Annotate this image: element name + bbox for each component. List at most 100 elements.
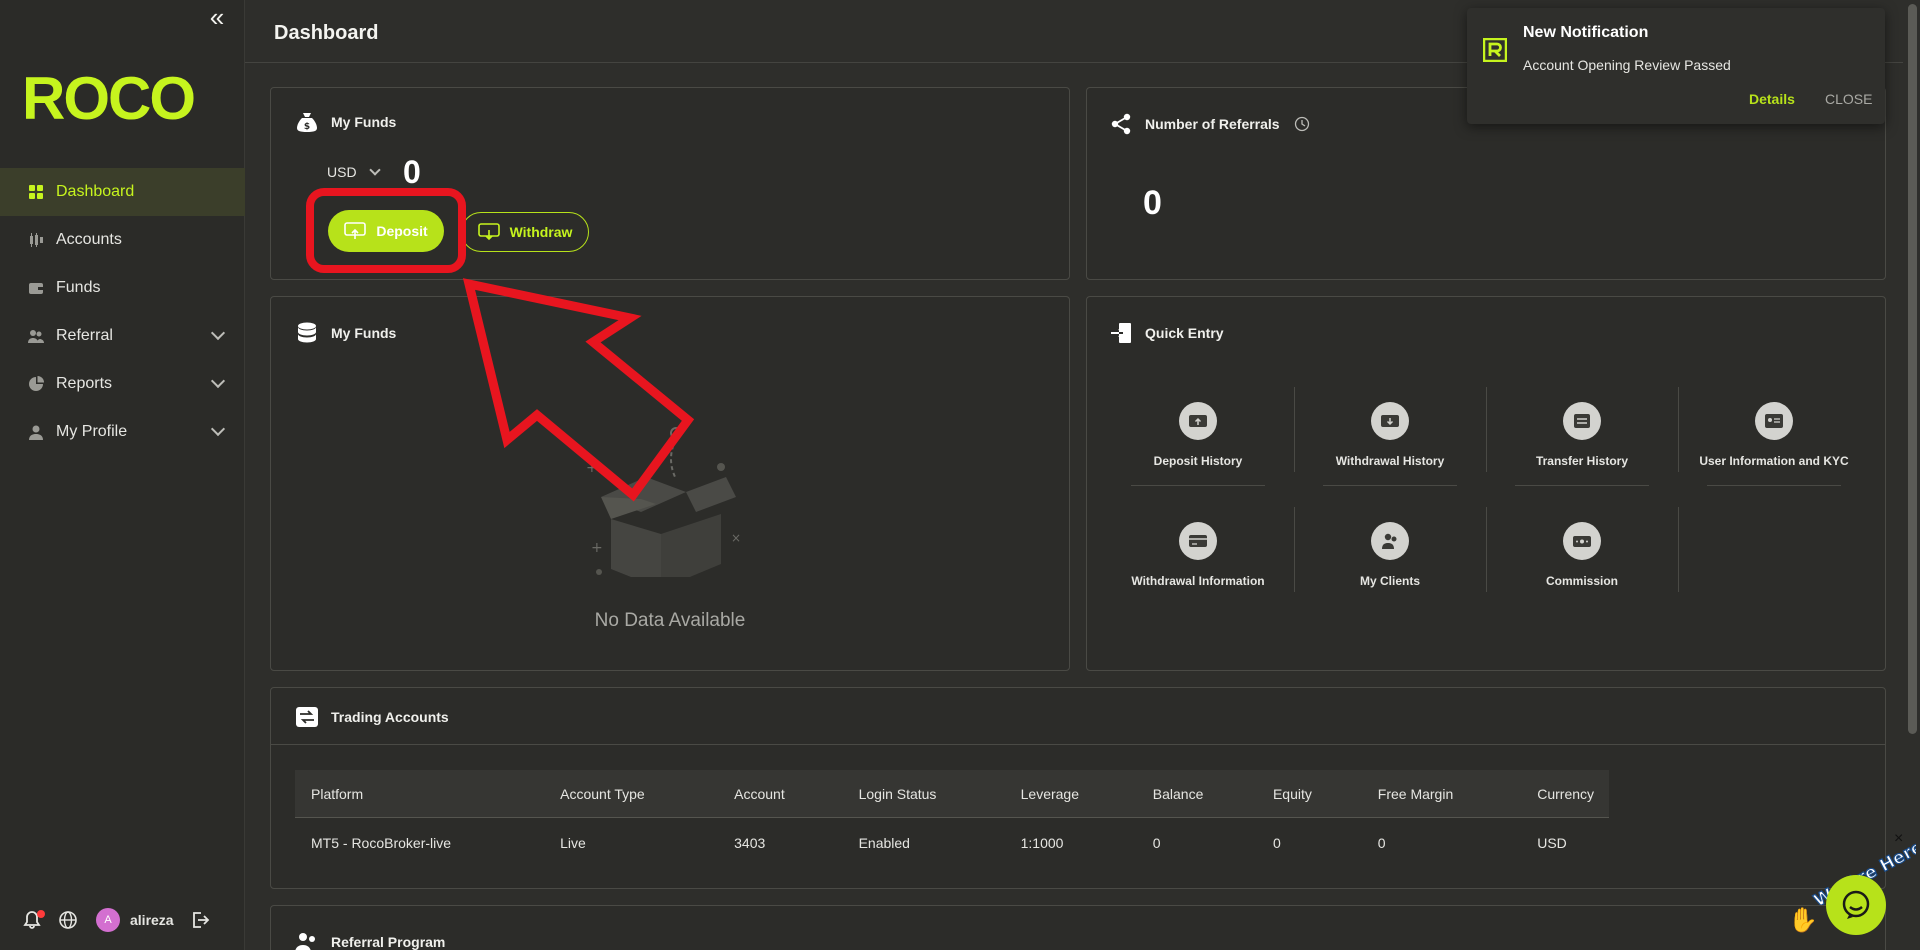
notification-dot [37,910,45,918]
clock-icon[interactable] [1294,116,1310,132]
trading-accounts-table: Platform Account Type Account Login Stat… [295,770,1609,868]
sidebar-item-dashboard[interactable]: Dashboard [0,168,245,216]
card-title-text: My Funds [331,325,397,341]
trading-accounts-card: Trading Accounts Platform Account Type A… [270,687,1886,889]
sidebar-item-label: My Profile [56,423,128,440]
column-header: Leverage [1020,785,1080,802]
wallet-icon [28,280,44,296]
logout-icon[interactable] [190,910,210,930]
chevron-down-icon [210,325,226,341]
quick-entry-label: Transfer History [1535,454,1629,468]
quick-entry-label: Withdrawal Information [1131,574,1265,588]
quick-entry-withdrawal-history[interactable]: Withdrawal History [1294,387,1486,507]
table-cell: 1:1000 [1020,835,1064,851]
sidebar-item-my-profile[interactable]: My Profile [0,408,245,456]
card-title: My Funds [295,321,396,345]
card-title: Referral Program [295,930,445,950]
withdraw-button[interactable]: Withdraw [461,212,589,252]
quick-entry-my-clients[interactable]: My Clients [1294,507,1486,627]
table-cell: MT5 - RocoBroker-live [311,835,452,851]
quick-entry-label: Commission [1545,574,1618,588]
chevron-down-icon [368,163,381,176]
sidebar-item-funds[interactable]: Funds [0,264,245,312]
sidebar-footer: A alireza [22,908,210,932]
globe-icon[interactable] [58,910,78,930]
sidebar-item-label: Referral [56,327,113,344]
avatar[interactable]: A [96,908,120,932]
referral-count: 0 [1143,184,1162,222]
sidebar-item-accounts[interactable]: Accounts [0,216,245,264]
quick-entry-deposit-history[interactable]: Deposit History [1102,387,1294,507]
share-icon [1109,112,1133,136]
commission-icon [1563,522,1601,560]
entry-icon [1109,321,1133,345]
brand-logo: ROCO [22,65,196,132]
table-row[interactable]: MT5 - RocoBroker-live Live 3403 Enabled … [295,818,1609,868]
notification-details-button[interactable]: Details [1749,91,1795,107]
pie-chart-icon [28,376,44,392]
chat-icon [1842,890,1870,919]
sidebar-item-label: Dashboard [56,183,135,200]
currency-select[interactable]: USD [327,163,381,180]
svg-text:+: + [591,540,603,556]
id-card-icon [1755,402,1793,440]
user-icon [28,424,44,440]
card-title-text: My Funds [331,114,397,130]
quick-entry-card: Quick Entry Deposit History Withdrawal H… [1086,296,1886,671]
sidebar-item-label: Funds [56,279,101,296]
column-header: Platform [311,785,364,802]
notification-close-button[interactable]: CLOSE [1825,91,1872,107]
svg-text:$: $ [304,122,310,132]
quick-entry-user-info-kyc[interactable]: User Information and KYC [1678,387,1870,507]
clients-icon [1371,522,1409,560]
transfer-icon [1563,402,1601,440]
funds-balance: 0 [403,154,421,190]
quick-entry-label: Deposit History [1153,454,1243,468]
quick-entry-label: Withdrawal History [1335,454,1445,468]
referral-program-card: Referral Program [270,905,1886,950]
withdraw-icon [477,223,500,241]
quick-entry-label: User Information and KYC [1699,454,1849,468]
page-title: Dashboard [274,22,379,44]
database-icon [295,321,319,345]
column-header: Account Type [560,785,645,802]
column-header: Account [734,785,785,802]
table-cell: USD [1537,835,1567,851]
card-title-text: Number of Referrals [1145,116,1280,132]
chat-open-button[interactable] [1826,875,1886,935]
bell-icon[interactable] [22,910,45,930]
sidebar-item-reports[interactable]: Reports [0,360,245,408]
card-title: Number of Referrals [1109,112,1310,136]
chevron-down-icon [210,421,226,437]
pointer-arrow-overlay [462,278,695,502]
table-header: Platform Account Type Account Login Stat… [295,770,1609,818]
page-scrollbar[interactable] [1905,0,1920,950]
dashboard-icon [28,184,44,200]
table-cell: 0 [1152,835,1161,851]
table-cell: Enabled [858,835,910,851]
withdraw-label: Withdraw [509,224,573,240]
column-header: Currency [1537,785,1595,802]
card-title: Quick Entry [1109,321,1224,345]
divider [271,744,1885,745]
scrollbar-thumb[interactable] [1908,4,1917,734]
sidebar-nav: Dashboard Accounts Funds Referral Report… [0,168,245,456]
users-icon [28,328,44,344]
collapse-sidebar-icon[interactable]: « [205,4,229,30]
column-header: Balance [1152,785,1204,802]
sidebar-item-referral[interactable]: Referral [0,312,245,360]
quick-entry-commission[interactable]: Commission [1486,507,1678,627]
column-header: Equity [1272,785,1312,802]
quick-entry-withdrawal-information[interactable]: Withdrawal Information [1102,507,1294,627]
table-cell: 3403 [734,835,766,851]
transfer-list-icon [295,705,319,729]
chat-widget: × We Are Here! ✋ [1786,830,1916,948]
currency-value: USD [327,164,357,180]
card-title-text: Trading Accounts [331,709,449,725]
card-title: $ My Funds [295,110,396,134]
quick-entry-transfer-history[interactable]: Transfer History [1486,387,1678,507]
notification-toast: New Notification Account Opening Review … [1467,8,1885,124]
withdrawal-icon [1371,402,1409,440]
card-title: Trading Accounts [295,705,449,729]
svg-text:×: × [731,531,741,545]
